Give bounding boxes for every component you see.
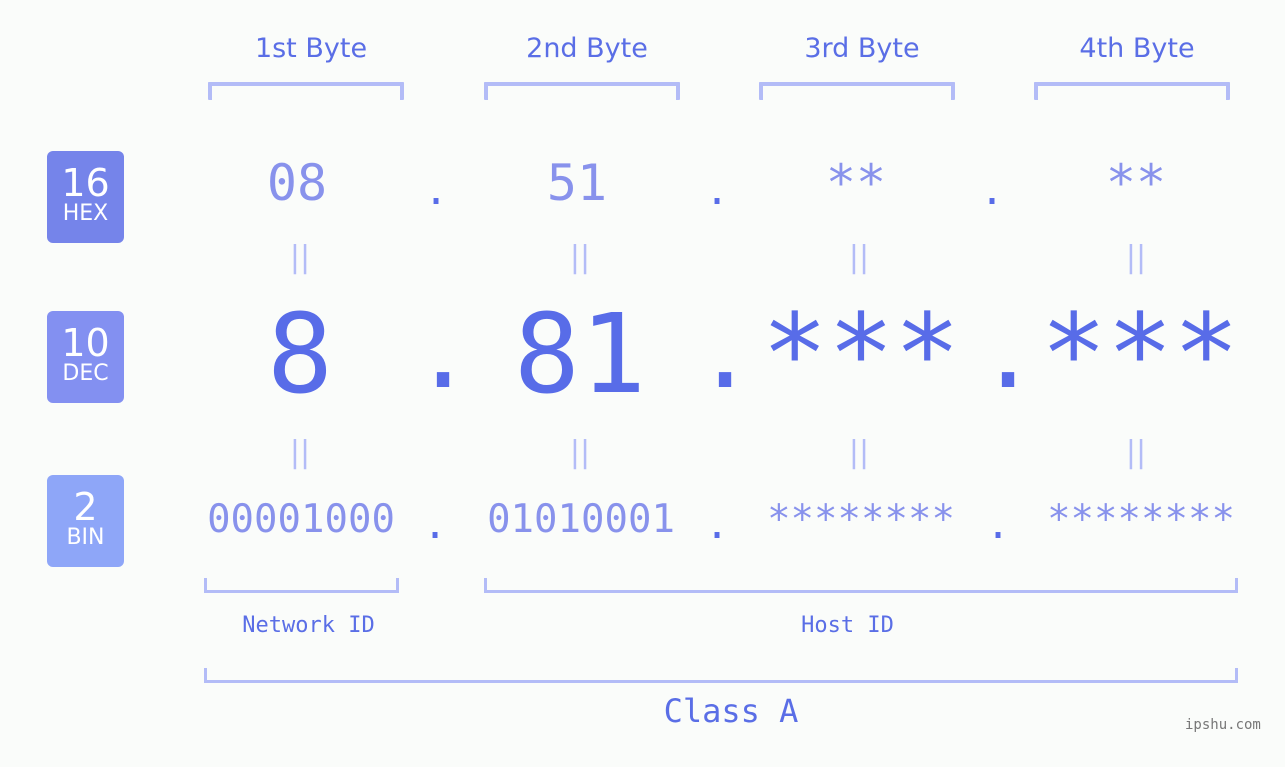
network-id-bracket bbox=[204, 578, 399, 593]
bin-separator-1: . bbox=[422, 502, 448, 548]
dec-value-4: *** bbox=[1040, 290, 1240, 418]
dec-value-2: 81 bbox=[513, 290, 647, 418]
byte-header-3: 3rd Byte bbox=[804, 33, 920, 64]
hex-separator-1: . bbox=[423, 168, 449, 214]
byte-bracket-1 bbox=[208, 82, 404, 100]
class-bracket bbox=[204, 668, 1238, 683]
equals-icon: || bbox=[289, 240, 311, 275]
host-id-bracket bbox=[484, 578, 1238, 593]
hex-value-3: ** bbox=[825, 154, 887, 212]
hex-base-label: HEX bbox=[62, 201, 109, 226]
bin-separator-2: . bbox=[704, 502, 730, 548]
watermark: ipshu.com bbox=[1185, 717, 1261, 733]
byte-header-1: 1st Byte bbox=[254, 33, 368, 64]
host-id-label: Host ID bbox=[801, 613, 894, 638]
bin-value-1: 00001000 bbox=[207, 497, 395, 542]
byte-bracket-3 bbox=[759, 82, 955, 100]
dec-separator-3: . bbox=[978, 294, 1039, 411]
equals-icon: || bbox=[289, 435, 311, 470]
bin-separator-3: . bbox=[985, 502, 1011, 548]
dec-separator-1: . bbox=[413, 294, 474, 411]
byte-header-4: 4th Byte bbox=[1079, 33, 1195, 64]
dec-value-1: 8 bbox=[266, 290, 334, 418]
hex-separator-3: . bbox=[979, 168, 1005, 214]
bin-badge: 2 BIN bbox=[47, 475, 124, 567]
hex-badge: 16 HEX bbox=[47, 151, 124, 243]
hex-base-number: 16 bbox=[61, 161, 110, 205]
equals-icon: || bbox=[848, 240, 870, 275]
hex-value-4: ** bbox=[1105, 154, 1167, 212]
hex-value-2: 51 bbox=[546, 154, 608, 212]
class-label: Class A bbox=[663, 692, 799, 730]
dec-badge: 10 DEC bbox=[47, 311, 124, 403]
byte-bracket-2 bbox=[484, 82, 680, 100]
bin-value-2: 01010001 bbox=[487, 497, 675, 542]
network-id-label: Network ID bbox=[242, 613, 375, 638]
dec-base-label: DEC bbox=[62, 361, 109, 386]
hex-separator-2: . bbox=[704, 168, 730, 214]
bin-base-label: BIN bbox=[66, 525, 105, 550]
byte-bracket-4 bbox=[1034, 82, 1230, 100]
equals-icon: || bbox=[1125, 240, 1147, 275]
dec-separator-2: . bbox=[695, 294, 756, 411]
equals-icon: || bbox=[569, 240, 591, 275]
hex-value-1: 08 bbox=[266, 154, 328, 212]
equals-icon: || bbox=[1125, 435, 1147, 470]
byte-header-2: 2nd Byte bbox=[526, 33, 648, 64]
bin-value-3: ******** bbox=[767, 497, 955, 542]
dec-base-number: 10 bbox=[61, 321, 110, 365]
equals-icon: || bbox=[569, 435, 591, 470]
bin-value-4: ******** bbox=[1047, 497, 1235, 542]
equals-icon: || bbox=[848, 435, 870, 470]
dec-value-3: *** bbox=[761, 290, 961, 418]
bin-base-number: 2 bbox=[73, 485, 98, 529]
